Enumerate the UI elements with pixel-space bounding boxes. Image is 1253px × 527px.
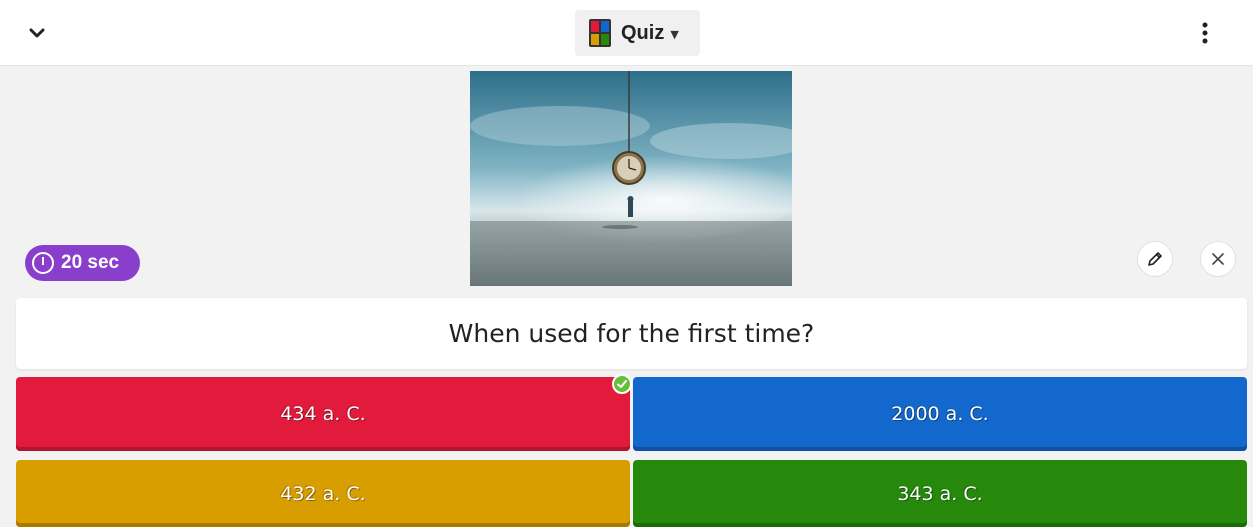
check-icon xyxy=(617,380,627,388)
caret-down-icon: ▼ xyxy=(670,27,679,41)
clock-icon xyxy=(32,252,54,274)
answer-text: 432 a. C. xyxy=(280,482,366,505)
quiz-shapes-icon xyxy=(589,19,611,47)
pencil-icon xyxy=(1148,252,1162,266)
answer-option-yellow[interactable]: 432 a. C. xyxy=(16,460,630,527)
top-bar: Quiz ▼ xyxy=(0,0,1253,66)
chevron-down-icon xyxy=(29,28,45,38)
remove-image-button[interactable] xyxy=(1200,241,1236,277)
answer-text: 434 a. C. xyxy=(280,403,366,425)
question-type-selector[interactable]: Quiz ▼ xyxy=(575,10,700,56)
answer-option-blue[interactable]: 2000 a. C. xyxy=(633,377,1247,451)
time-limit-badge[interactable]: 20 sec xyxy=(25,245,140,281)
check-circle-icon[interactable] xyxy=(612,374,632,394)
close-icon xyxy=(1212,253,1224,265)
question-title[interactable]: When used for the first time? xyxy=(16,298,1247,369)
question-type-label: Quiz xyxy=(621,21,665,44)
more-vertical-icon xyxy=(1202,22,1208,44)
collapse-button[interactable] xyxy=(22,18,52,48)
question-image xyxy=(470,71,792,286)
edit-image-button[interactable] xyxy=(1137,241,1173,277)
answer-text: 343 a. C. xyxy=(897,482,983,505)
surreal-clock-image xyxy=(470,71,792,286)
more-options-button[interactable] xyxy=(1192,18,1218,48)
answer-text: 2000 a. C. xyxy=(891,403,989,425)
answer-option-red[interactable]: 434 a. C. xyxy=(16,377,630,451)
question-text: When used for the first time? xyxy=(448,319,815,348)
answer-option-green[interactable]: 343 a. C. xyxy=(633,460,1247,527)
time-limit-label: 20 sec xyxy=(61,252,120,273)
